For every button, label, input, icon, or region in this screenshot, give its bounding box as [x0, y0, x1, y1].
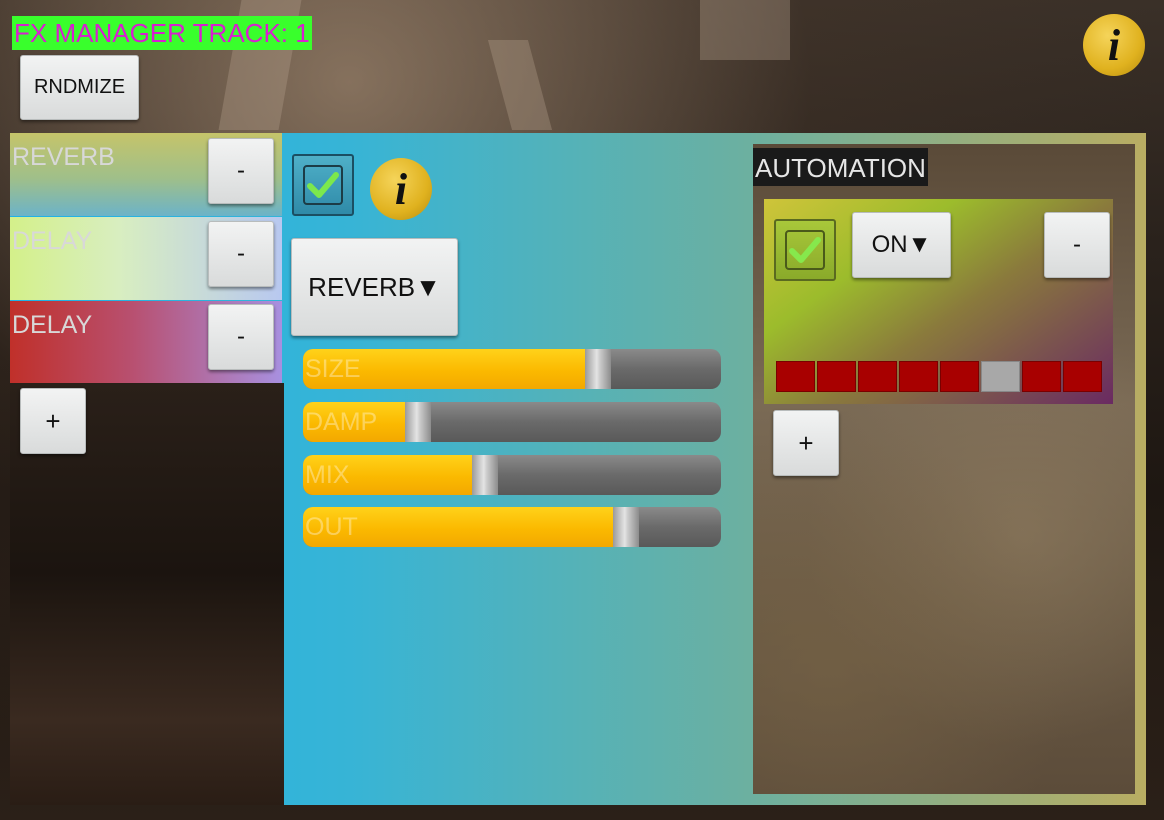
- automation-step-6[interactable]: [981, 361, 1020, 392]
- randomize-button[interactable]: RNDMIZE: [20, 55, 139, 120]
- automation-steps: [776, 361, 1102, 392]
- automation-enabled-checkbox[interactable]: [774, 219, 836, 281]
- slider-label: DAMP: [305, 408, 378, 436]
- automation-step-7[interactable]: [1022, 361, 1061, 392]
- slider-thumb[interactable]: [405, 402, 431, 442]
- fx-item-label: REVERB: [12, 143, 115, 171]
- slider-size[interactable]: SIZE: [303, 349, 721, 389]
- automation-step-5[interactable]: [940, 361, 979, 392]
- info-icon[interactable]: i: [1083, 14, 1145, 76]
- fx-item-label: DELAY: [12, 311, 93, 339]
- remove-automation-button[interactable]: -: [1044, 212, 1110, 278]
- slider-thumb[interactable]: [613, 507, 639, 547]
- effect-info-icon[interactable]: i: [370, 158, 432, 220]
- automation-step-1[interactable]: [776, 361, 815, 392]
- slider-label: MIX: [305, 461, 350, 489]
- remove-fx-button[interactable]: -: [208, 138, 274, 204]
- page-title: FX MANAGER TRACK: 1: [12, 16, 312, 50]
- automation-mode-dropdown[interactable]: ON▼: [852, 212, 951, 278]
- add-fx-button[interactable]: +: [20, 388, 86, 454]
- slider-thumb[interactable]: [472, 455, 498, 495]
- effect-type-dropdown[interactable]: REVERB▼: [291, 238, 458, 336]
- slider-mix[interactable]: MIX: [303, 455, 721, 495]
- slider-label: OUT: [305, 513, 358, 541]
- fx-item-label: DELAY: [12, 227, 93, 255]
- remove-fx-button[interactable]: -: [208, 304, 274, 370]
- effect-enabled-checkbox[interactable]: [292, 154, 354, 216]
- slider-damp[interactable]: DAMP: [303, 402, 721, 442]
- background-beam: [487, 40, 553, 130]
- automation-step-2[interactable]: [817, 361, 856, 392]
- slider-label: SIZE: [305, 355, 361, 383]
- automation-step-3[interactable]: [858, 361, 897, 392]
- add-automation-button[interactable]: +: [773, 410, 839, 476]
- automation-step-8[interactable]: [1063, 361, 1102, 392]
- automation-step-4[interactable]: [899, 361, 938, 392]
- checkmark-icon: [785, 230, 825, 270]
- checkmark-icon: [303, 165, 343, 205]
- background-beam: [700, 0, 790, 60]
- slider-thumb[interactable]: [585, 349, 611, 389]
- slider-out[interactable]: OUT: [303, 507, 721, 547]
- remove-fx-button[interactable]: -: [208, 221, 274, 287]
- automation-title: AUTOMATION: [753, 148, 928, 186]
